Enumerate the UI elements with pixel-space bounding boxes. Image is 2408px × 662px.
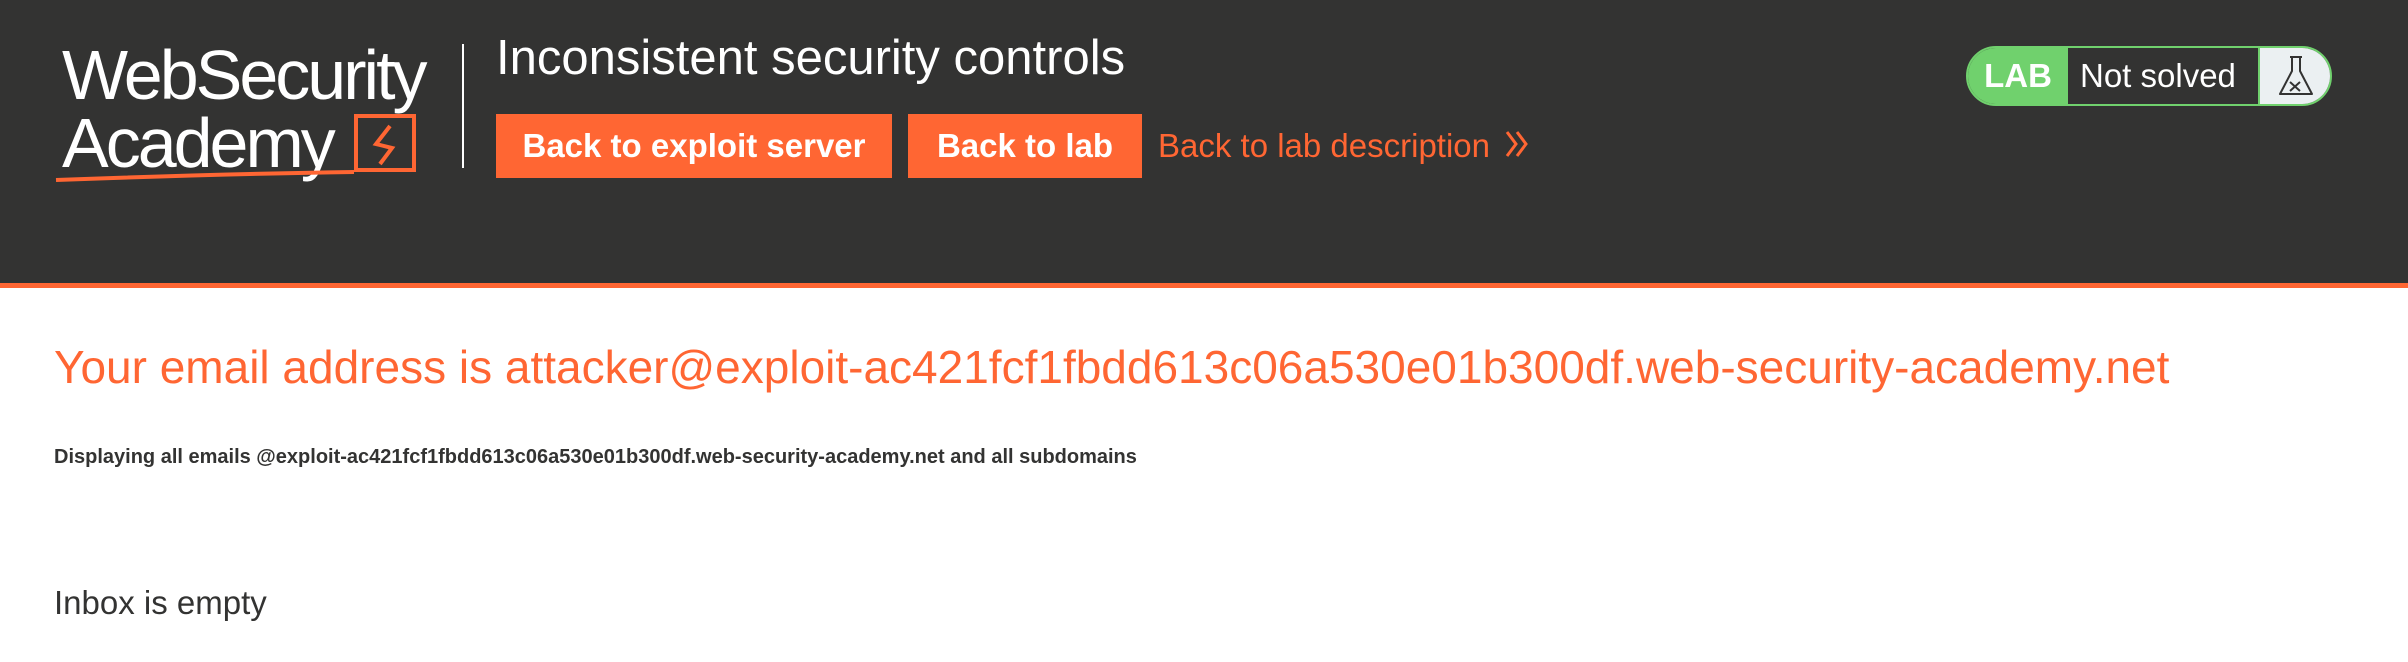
emails-display-note: Displaying all emails @exploit-ac421fcf1… (54, 446, 1137, 468)
email-address-heading: Your email address is attacker@exploit-a… (54, 341, 2170, 393)
lab-status-badge: LAB (1968, 48, 2068, 104)
double-chevron-right-icon (1504, 116, 1530, 180)
flask-icon (2279, 56, 2313, 95)
back-to-lab-description-label: Back to lab description (1158, 127, 1491, 164)
logo-divider (462, 44, 464, 168)
back-to-lab-button[interactable]: Back to lab (908, 114, 1142, 178)
back-to-exploit-server-button[interactable]: Back to exploit server (496, 114, 892, 178)
back-to-lab-description-link[interactable]: Back to lab description (1158, 114, 1530, 178)
lab-status-text: Not solved (2080, 57, 2236, 94)
logo-underline-icon (55, 114, 416, 182)
main-content: Your email address is attacker@exploit-a… (54, 340, 2354, 621)
lab-status-icon-box (2258, 48, 2330, 104)
site-header: WebSecurity Academy Inconsistent securit… (0, 0, 2408, 288)
lab-title: Inconsistent security controls (496, 31, 1126, 85)
inbox-empty-message: Inbox is empty (54, 584, 267, 621)
web-security-academy-logo[interactable]: WebSecurity Academy (54, 38, 460, 188)
lab-status-widget: LAB Not solved (1966, 46, 2332, 106)
